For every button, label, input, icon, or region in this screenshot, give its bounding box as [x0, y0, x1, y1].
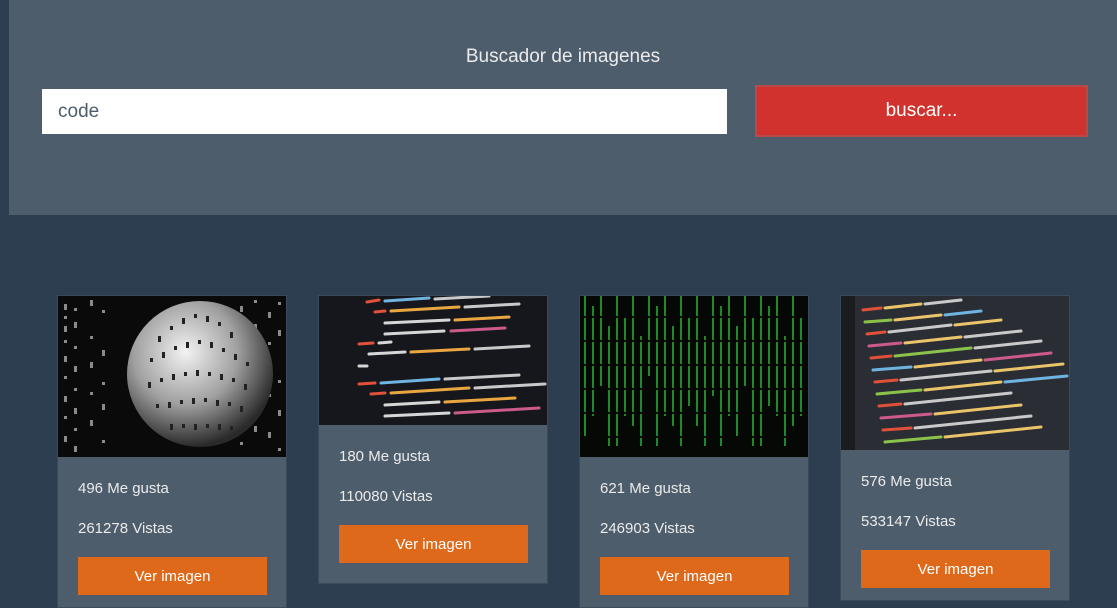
- result-card: 621 Me gusta 246903 Vistas Ver imagen: [579, 295, 809, 608]
- likes-count: 621 Me gusta: [600, 480, 691, 497]
- view-image-button[interactable]: Ver imagen: [861, 550, 1050, 588]
- search-button[interactable]: buscar...: [755, 85, 1088, 137]
- views-count: 246903 Vistas: [600, 520, 695, 537]
- views-count: 533147 Vistas: [861, 513, 956, 530]
- page-title: Buscador de imagenes: [465, 46, 661, 67]
- result-card: 576 Me gusta 533147 Vistas Ver imagen: [840, 295, 1070, 601]
- search-input[interactable]: [42, 89, 727, 134]
- result-card: 180 Me gusta 110080 Vistas Ver imagen: [318, 295, 548, 584]
- view-image-button[interactable]: Ver imagen: [600, 557, 789, 595]
- result-card: 496 Me gusta 261278 Vistas Ver imagen: [57, 295, 287, 608]
- view-image-button[interactable]: Ver imagen: [339, 525, 528, 563]
- likes-count: 496 Me gusta: [78, 480, 169, 497]
- likes-count: 180 Me gusta: [339, 448, 430, 465]
- views-count: 261278 Vistas: [78, 520, 173, 537]
- search-panel: Buscador de imagenes buscar...: [9, 0, 1117, 215]
- result-image-code-screen-perspective[interactable]: [841, 296, 1069, 450]
- result-image-binary-sphere[interactable]: [58, 296, 286, 457]
- view-image-button[interactable]: Ver imagen: [78, 557, 267, 595]
- result-image-matrix-rain[interactable]: [580, 296, 808, 457]
- likes-count: 576 Me gusta: [861, 473, 952, 490]
- result-image-code-screen-red[interactable]: [319, 296, 547, 425]
- views-count: 110080 Vistas: [339, 488, 433, 505]
